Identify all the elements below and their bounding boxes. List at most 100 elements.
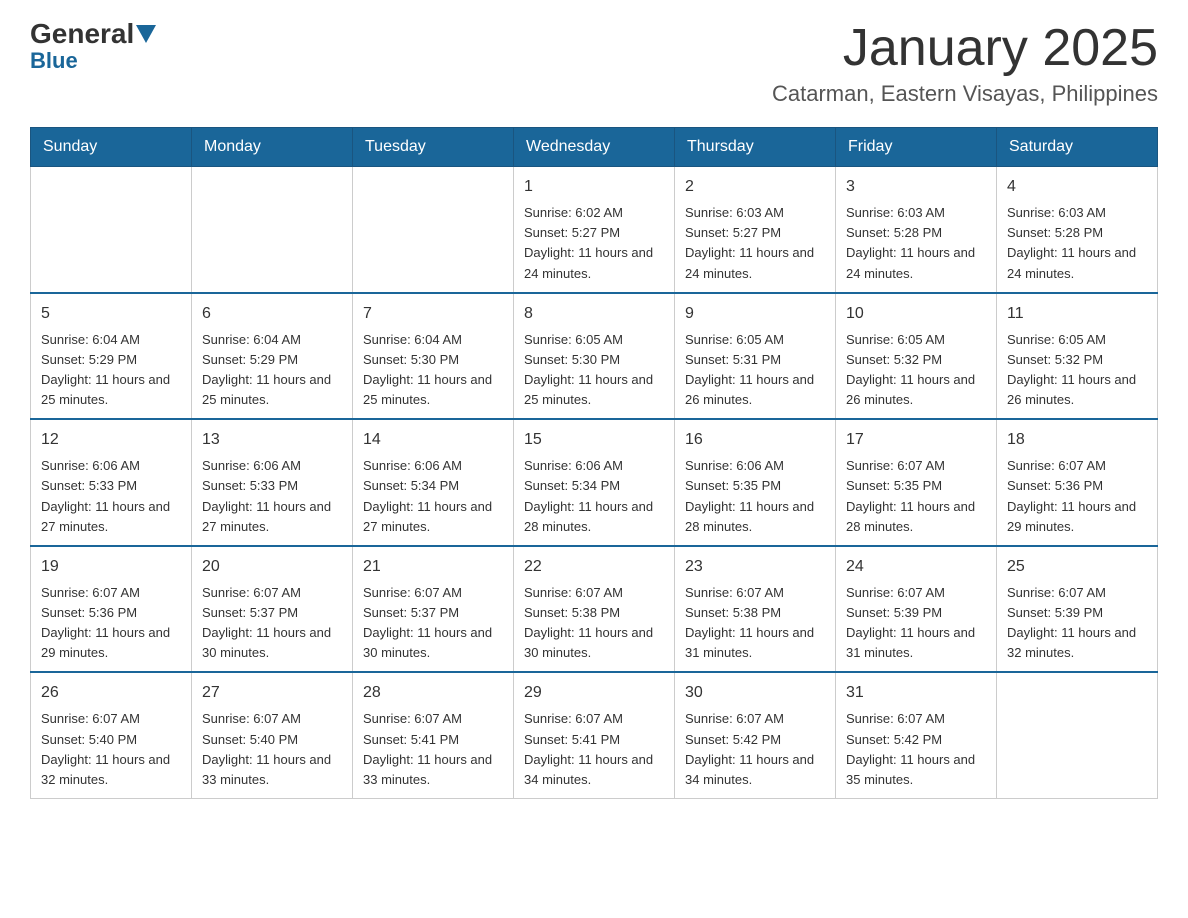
- day-info: Sunrise: 6:04 AM Sunset: 5:30 PM Dayligh…: [363, 330, 503, 411]
- day-cell: 8 Sunrise: 6:05 AM Sunset: 5:30 PM Daylig…: [514, 293, 675, 420]
- day-cell: 22Sunrise: 6:07 AM Sunset: 5:38 PM Dayli…: [514, 546, 675, 673]
- day-cell: 27 Sunrise: 6:07 AM Sunset: 5:40 PM Dayli…: [192, 672, 353, 798]
- logo-blue-text: Blue: [30, 48, 78, 74]
- day-number: 10: [846, 302, 986, 326]
- day-number: 24: [846, 555, 986, 579]
- day-number: 29: [524, 681, 664, 705]
- day-number: 30: [685, 681, 825, 705]
- header-tuesday: Tuesday: [353, 128, 514, 167]
- day-info: Sunrise: 6:07 AM Sunset: 5:42 PM Dayligh…: [685, 709, 825, 790]
- day-number: 22: [524, 555, 664, 579]
- day-cell: 12 Sunrise: 6:06 AM Sunset: 5:33 PM Dayli…: [31, 419, 192, 546]
- day-cell: 21 Sunrise: 6:07 AM Sunset: 5:37 PM Dayli…: [353, 546, 514, 673]
- calendar-subtitle: Catarman, Eastern Visayas, Philippines: [772, 81, 1158, 107]
- day-info: Sunrise: 6:02 AM Sunset: 5:27 PM Dayligh…: [524, 203, 664, 284]
- day-number: 31: [846, 681, 986, 705]
- header-sunday: Sunday: [31, 128, 192, 167]
- day-info: Sunrise: 6:04 AM Sunset: 5:29 PM Dayligh…: [202, 330, 342, 411]
- day-info: Sunrise: 6:03 AM Sunset: 5:28 PM Dayligh…: [1007, 203, 1147, 284]
- day-info: Sunrise: 6:05 AM Sunset: 5:31 PM Dayligh…: [685, 330, 825, 411]
- week-row-5: 26 Sunrise: 6:07 AM Sunset: 5:40 PM Dayli…: [31, 672, 1158, 798]
- day-number: 16: [685, 428, 825, 452]
- day-cell: 3 Sunrise: 6:03 AM Sunset: 5:28 PM Daylig…: [836, 167, 997, 293]
- day-info: Sunrise: 6:07 AM Sunset: 5:39 PM Dayligh…: [846, 583, 986, 664]
- day-cell: 15 Sunrise: 6:06 AM Sunset: 5:34 PM Dayli…: [514, 419, 675, 546]
- day-number: 12: [41, 428, 181, 452]
- day-cell: 24 Sunrise: 6:07 AM Sunset: 5:39 PM Dayli…: [836, 546, 997, 673]
- day-number: 20: [202, 555, 342, 579]
- day-info: Sunrise: 6:07 AM Sunset: 5:35 PM Dayligh…: [846, 456, 986, 537]
- header-saturday: Saturday: [997, 128, 1158, 167]
- day-info: Sunrise: 6:07 AM Sunset: 5:37 PM Dayligh…: [202, 583, 342, 664]
- day-number: 21: [363, 555, 503, 579]
- day-cell: 2 Sunrise: 6:03 AM Sunset: 5:27 PM Daylig…: [675, 167, 836, 293]
- day-number: 1: [524, 175, 664, 199]
- day-cell: 1 Sunrise: 6:02 AM Sunset: 5:27 PM Daylig…: [514, 167, 675, 293]
- logo-triangle-icon: [136, 25, 156, 43]
- day-cell: [192, 167, 353, 293]
- day-cell: 7 Sunrise: 6:04 AM Sunset: 5:30 PM Daylig…: [353, 293, 514, 420]
- day-info: Sunrise: 6:07 AM Sunset: 5:40 PM Dayligh…: [202, 709, 342, 790]
- day-cell: 31 Sunrise: 6:07 AM Sunset: 5:42 PM Dayli…: [836, 672, 997, 798]
- day-cell: 25Sunrise: 6:07 AM Sunset: 5:39 PM Dayli…: [997, 546, 1158, 673]
- day-info: Sunrise: 6:03 AM Sunset: 5:28 PM Dayligh…: [846, 203, 986, 284]
- day-number: 4: [1007, 175, 1147, 199]
- week-row-4: 19 Sunrise: 6:07 AM Sunset: 5:36 PM Dayli…: [31, 546, 1158, 673]
- title-section: January 2025 Catarman, Eastern Visayas, …: [772, 20, 1158, 107]
- day-cell: 23Sunrise: 6:07 AM Sunset: 5:38 PM Dayli…: [675, 546, 836, 673]
- day-number: 8: [524, 302, 664, 326]
- day-number: 15: [524, 428, 664, 452]
- day-number: 6: [202, 302, 342, 326]
- calendar-title: January 2025: [772, 20, 1158, 77]
- day-info: Sunrise: 6:07 AM Sunset: 5:36 PM Dayligh…: [1007, 456, 1147, 537]
- day-cell: [31, 167, 192, 293]
- day-cell: 19 Sunrise: 6:07 AM Sunset: 5:36 PM Dayli…: [31, 546, 192, 673]
- day-cell: 29 Sunrise: 6:07 AM Sunset: 5:41 PM Dayli…: [514, 672, 675, 798]
- day-number: 26: [41, 681, 181, 705]
- day-number: 19: [41, 555, 181, 579]
- day-cell: 16 Sunrise: 6:06 AM Sunset: 5:35 PM Dayli…: [675, 419, 836, 546]
- day-cell: 13Sunrise: 6:06 AM Sunset: 5:33 PM Dayli…: [192, 419, 353, 546]
- day-number: 11: [1007, 302, 1147, 326]
- day-info: Sunrise: 6:07 AM Sunset: 5:39 PM Dayligh…: [1007, 583, 1147, 664]
- day-info: Sunrise: 6:07 AM Sunset: 5:41 PM Dayligh…: [363, 709, 503, 790]
- day-info: Sunrise: 6:07 AM Sunset: 5:40 PM Dayligh…: [41, 709, 181, 790]
- day-info: Sunrise: 6:07 AM Sunset: 5:41 PM Dayligh…: [524, 709, 664, 790]
- day-cell: [353, 167, 514, 293]
- day-number: 7: [363, 302, 503, 326]
- day-info: Sunrise: 6:05 AM Sunset: 5:32 PM Dayligh…: [846, 330, 986, 411]
- day-number: 2: [685, 175, 825, 199]
- week-row-3: 12 Sunrise: 6:06 AM Sunset: 5:33 PM Dayli…: [31, 419, 1158, 546]
- day-number: 3: [846, 175, 986, 199]
- day-number: 9: [685, 302, 825, 326]
- day-info: Sunrise: 6:06 AM Sunset: 5:35 PM Dayligh…: [685, 456, 825, 537]
- day-info: Sunrise: 6:06 AM Sunset: 5:34 PM Dayligh…: [524, 456, 664, 537]
- day-cell: 14Sunrise: 6:06 AM Sunset: 5:34 PM Dayli…: [353, 419, 514, 546]
- day-info: Sunrise: 6:07 AM Sunset: 5:36 PM Dayligh…: [41, 583, 181, 664]
- day-cell: 5Sunrise: 6:04 AM Sunset: 5:29 PM Daylig…: [31, 293, 192, 420]
- day-info: Sunrise: 6:03 AM Sunset: 5:27 PM Dayligh…: [685, 203, 825, 284]
- day-cell: 28Sunrise: 6:07 AM Sunset: 5:41 PM Dayli…: [353, 672, 514, 798]
- header-friday: Friday: [836, 128, 997, 167]
- day-info: Sunrise: 6:05 AM Sunset: 5:32 PM Dayligh…: [1007, 330, 1147, 411]
- day-cell: 26 Sunrise: 6:07 AM Sunset: 5:40 PM Dayli…: [31, 672, 192, 798]
- day-cell: 9 Sunrise: 6:05 AM Sunset: 5:31 PM Daylig…: [675, 293, 836, 420]
- day-cell: 6 Sunrise: 6:04 AM Sunset: 5:29 PM Daylig…: [192, 293, 353, 420]
- calendar-table: Sunday Monday Tuesday Wednesday Thursday…: [30, 127, 1158, 799]
- day-number: 13: [202, 428, 342, 452]
- day-info: Sunrise: 6:07 AM Sunset: 5:42 PM Dayligh…: [846, 709, 986, 790]
- day-info: Sunrise: 6:06 AM Sunset: 5:33 PM Dayligh…: [41, 456, 181, 537]
- day-cell: 30 Sunrise: 6:07 AM Sunset: 5:42 PM Dayli…: [675, 672, 836, 798]
- day-info: Sunrise: 6:06 AM Sunset: 5:34 PM Dayligh…: [363, 456, 503, 537]
- day-cell: 20 Sunrise: 6:07 AM Sunset: 5:37 PM Dayli…: [192, 546, 353, 673]
- day-cell: 4 Sunrise: 6:03 AM Sunset: 5:28 PM Daylig…: [997, 167, 1158, 293]
- day-info: Sunrise: 6:05 AM Sunset: 5:30 PM Dayligh…: [524, 330, 664, 411]
- week-row-1: 1 Sunrise: 6:02 AM Sunset: 5:27 PM Daylig…: [31, 167, 1158, 293]
- logo: General Blue: [30, 20, 158, 74]
- day-number: 18: [1007, 428, 1147, 452]
- day-cell: 10 Sunrise: 6:05 AM Sunset: 5:32 PM Dayli…: [836, 293, 997, 420]
- header-wednesday: Wednesday: [514, 128, 675, 167]
- header-thursday: Thursday: [675, 128, 836, 167]
- day-info: Sunrise: 6:07 AM Sunset: 5:37 PM Dayligh…: [363, 583, 503, 664]
- day-number: 27: [202, 681, 342, 705]
